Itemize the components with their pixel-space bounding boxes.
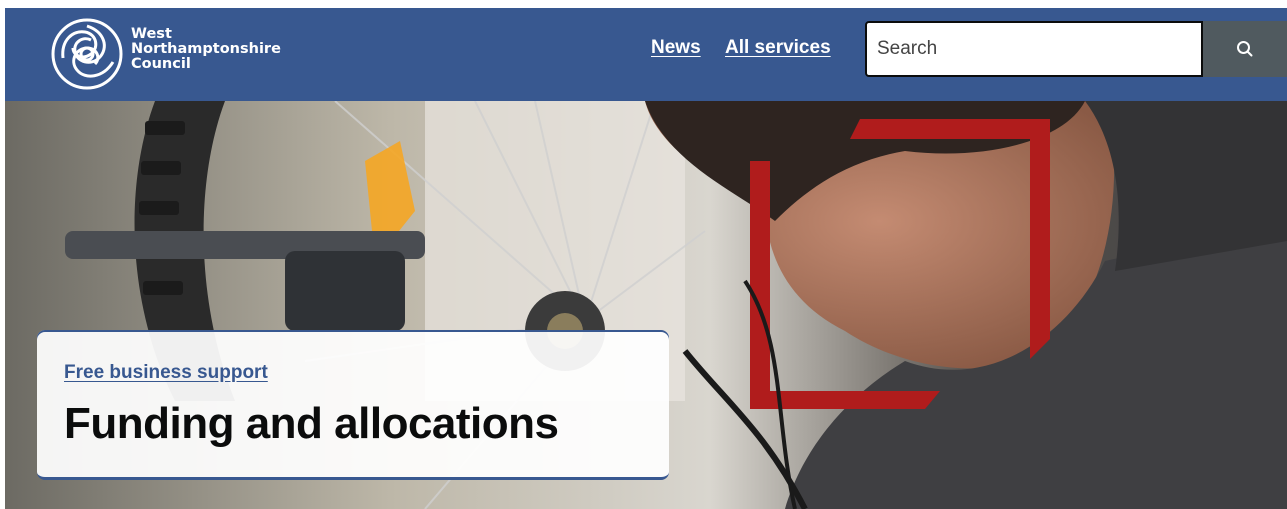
council-name-line-3: Council [131, 56, 191, 72]
council-logo-icon[interactable] [47, 14, 127, 94]
free-business-support-link[interactable]: Free business support [64, 362, 268, 384]
search-button[interactable] [1203, 21, 1287, 77]
search-icon [1237, 41, 1253, 57]
hero-banner: Free business support Funding and alloca… [5, 101, 1287, 509]
nav-all-services-link[interactable]: All services [725, 37, 831, 59]
council-name[interactable]: West Northamptonshire Council [131, 27, 281, 72]
council-name-line-1: West [131, 26, 172, 42]
site-header: West Northamptonshire Council News All s… [5, 8, 1287, 101]
hero-card: Free business support Funding and alloca… [37, 330, 669, 480]
council-name-line-2: Northamptonshire [131, 41, 281, 57]
search-form [865, 21, 1287, 77]
search-input[interactable] [865, 21, 1203, 77]
page-title: Funding and allocations [64, 399, 559, 448]
nav-news-link[interactable]: News [651, 37, 701, 59]
